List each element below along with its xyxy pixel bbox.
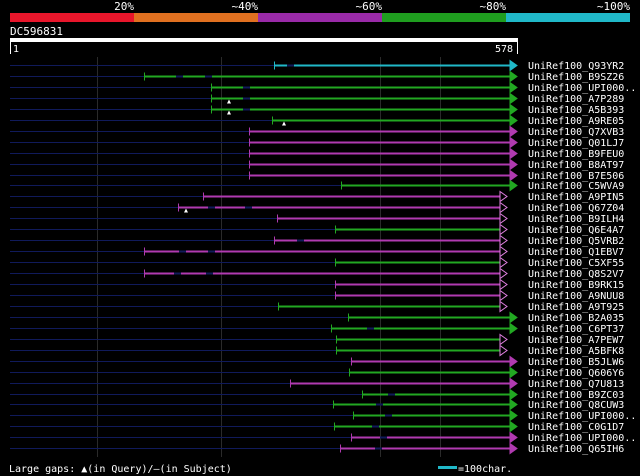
hit-id-label[interactable]: UniRef100_A9T925 bbox=[528, 302, 624, 313]
hit-id-label[interactable]: UniRef100_B2A035 bbox=[528, 313, 624, 324]
hit-id-label[interactable]: UniRef100_B9RK15 bbox=[528, 280, 624, 291]
legend-label-80: ~80% bbox=[480, 0, 507, 13]
legend-label-100: ~100% bbox=[597, 0, 630, 13]
hit-id-label[interactable]: UniRef100_A5B393 bbox=[528, 105, 624, 116]
hit-id-label[interactable]: UniRef100_C5XF55 bbox=[528, 258, 624, 269]
hit-id-label[interactable]: UniRef100_B9SZ26 bbox=[528, 72, 624, 83]
hit-id-label[interactable]: UniRef100_A7P289 bbox=[528, 94, 624, 105]
hit-id-label[interactable]: UniRef100_C5WVA9 bbox=[528, 181, 624, 192]
hit-id-label[interactable]: UniRef100_Q93YR2 bbox=[528, 61, 624, 72]
query-bar bbox=[10, 38, 518, 42]
hit-id-label[interactable]: UniRef100_A5BFK8 bbox=[528, 346, 624, 357]
legend-segment-80 bbox=[382, 13, 506, 22]
scale-bar bbox=[438, 466, 457, 469]
hit-id-label[interactable]: UniRef100_Q606Y6 bbox=[528, 368, 624, 379]
query-name: DC596831 bbox=[10, 25, 63, 38]
hit-id-label[interactable]: UniRef100_Q5VRB2 bbox=[528, 236, 624, 247]
hit-id-label[interactable]: UniRef100_UPI000.. bbox=[528, 411, 636, 422]
legend-label-20: 20% bbox=[114, 0, 134, 13]
query-start-label: 1 bbox=[13, 44, 19, 55]
hit-id-label[interactable]: UniRef100_Q8S2V7 bbox=[528, 269, 624, 280]
hit-id-label[interactable]: UniRef100_Q65IH6 bbox=[528, 444, 624, 455]
hit-id-label[interactable]: UniRef100_Q8CUW3 bbox=[528, 400, 624, 411]
query-end-label: 578 bbox=[495, 44, 513, 55]
gaps-legend-label: Large gaps: ▲(in Query)/–(in Subject) bbox=[9, 464, 232, 475]
hit-id-label[interactable]: UniRef100_A9PIN5 bbox=[528, 192, 624, 203]
blast-alignment-view: 20% ~40% ~60% ~80% ~100% DC596831 1 578 … bbox=[0, 0, 640, 476]
legend-segment-20 bbox=[10, 13, 134, 22]
hit-id-label[interactable]: UniRef100_B9FEU0 bbox=[528, 149, 624, 160]
legend-segment-60 bbox=[258, 13, 382, 22]
scale-label: =100char. bbox=[458, 464, 512, 475]
hit-id-label[interactable]: UniRef100_Q67Z04 bbox=[528, 203, 624, 214]
legend-label-40: ~40% bbox=[232, 0, 259, 13]
hit-id-label[interactable]: UniRef100_C0G1D7 bbox=[528, 422, 624, 433]
hit-id-label[interactable]: UniRef100_UPI000.. bbox=[528, 83, 636, 94]
hit-id-label[interactable]: UniRef100_C6PT37 bbox=[528, 324, 624, 335]
hit-id-label[interactable]: UniRef100_Q7XVB3 bbox=[528, 127, 624, 138]
hit-id-label[interactable]: UniRef100_B8AT97 bbox=[528, 160, 624, 171]
hit-id-label[interactable]: UniRef100_Q01LJ7 bbox=[528, 138, 624, 149]
hit-id-label[interactable]: UniRef100_A9NUU8 bbox=[528, 291, 624, 302]
hit-id-label[interactable]: UniRef100_UPI000.. bbox=[528, 433, 636, 444]
hit-id-label[interactable]: UniRef100_Q7U813 bbox=[528, 379, 624, 390]
hit-id-label[interactable]: UniRef100_A7PEW7 bbox=[528, 335, 624, 346]
hit-id-label[interactable]: UniRef100_A9RE05 bbox=[528, 116, 624, 127]
hit-id-label[interactable]: UniRef100_Q1EBV7 bbox=[528, 247, 624, 258]
hit-id-label[interactable]: UniRef100_Q6E4A7 bbox=[528, 225, 624, 236]
legend-label-60: ~60% bbox=[356, 0, 383, 13]
legend-segment-100 bbox=[506, 13, 630, 22]
hit-id-label[interactable]: UniRef100_B5JLW6 bbox=[528, 357, 624, 368]
legend-segment-40 bbox=[134, 13, 258, 22]
hit-id-label[interactable]: UniRef100_B9ILH4 bbox=[528, 214, 624, 225]
